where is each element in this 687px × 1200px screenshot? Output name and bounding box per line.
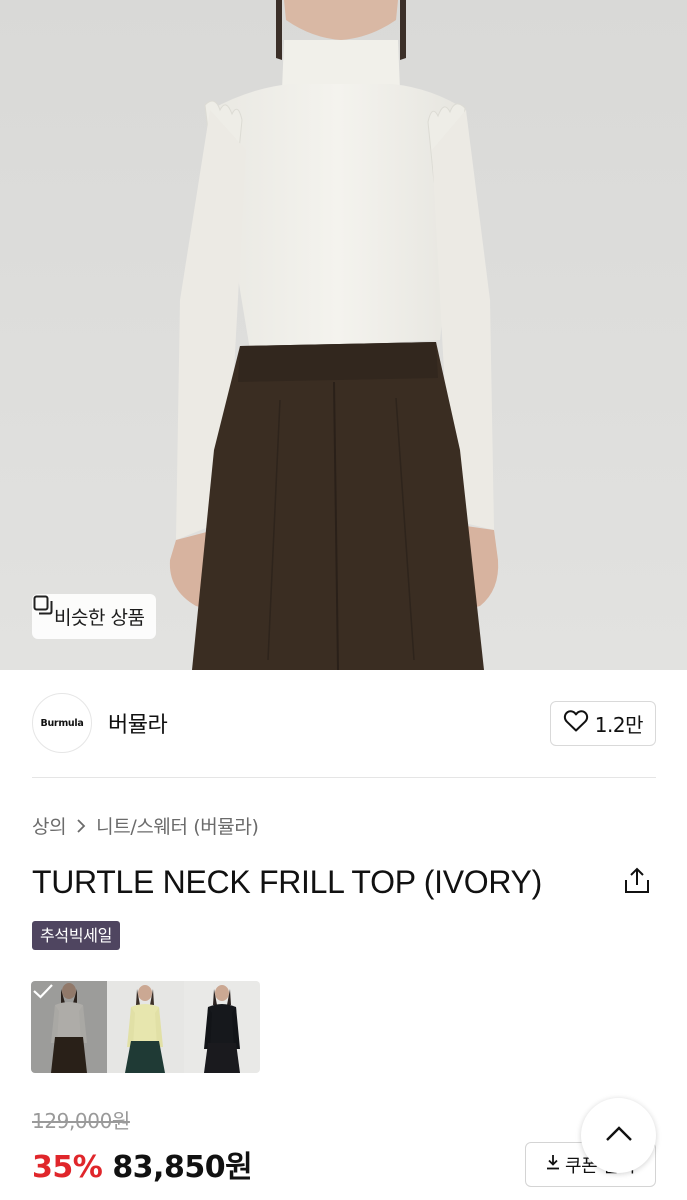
price-row: 35% 83,850원 <box>32 1142 253 1186</box>
divider <box>32 777 656 778</box>
color-option-ivory[interactable] <box>31 981 108 1073</box>
brand-logo[interactable]: Burmula <box>32 693 92 753</box>
selected-check <box>31 981 108 1073</box>
share-button[interactable] <box>620 866 654 900</box>
original-price: 129,000원 <box>32 1109 130 1133</box>
share-icon <box>623 866 651 900</box>
brand-logo-text: Burmula <box>40 717 84 729</box>
product-title: TURTLE NECK FRILL TOP (IVORY) <box>32 864 542 900</box>
heart-icon <box>563 709 589 737</box>
color-options <box>31 981 260 1073</box>
model-photo <box>0 0 687 670</box>
final-price: 83,850원 <box>112 1150 253 1185</box>
like-button[interactable]: 1.2만 <box>549 700 656 746</box>
chevron-right-icon <box>76 818 86 834</box>
product-hero-image[interactable]: 비슷한 상품 <box>0 0 687 670</box>
scroll-to-top-button[interactable] <box>581 1098 656 1173</box>
breadcrumb: 상의 니트/스웨터 (버뮬라) <box>32 812 259 839</box>
chevron-up-icon <box>604 1125 634 1147</box>
download-icon <box>546 1154 560 1175</box>
discount-rate: 35% <box>32 1150 103 1185</box>
color-option-black[interactable] <box>183 981 260 1073</box>
sale-badge: 추석빅세일 <box>32 921 121 950</box>
similar-products-label: 비슷한 상품 <box>54 607 145 629</box>
brand-row: Burmula 버뮬라 1.2만 <box>32 692 656 754</box>
like-count: 1.2만 <box>594 712 644 737</box>
brand-name[interactable]: 버뮬라 <box>108 707 168 739</box>
breadcrumb-subcategory[interactable]: 니트/스웨터 (버뮬라) <box>96 812 259 839</box>
breadcrumb-category[interactable]: 상의 <box>32 812 67 839</box>
similar-products-button[interactable]: 비슷한 상품 <box>32 594 157 639</box>
color-option-yellow[interactable] <box>107 981 184 1073</box>
